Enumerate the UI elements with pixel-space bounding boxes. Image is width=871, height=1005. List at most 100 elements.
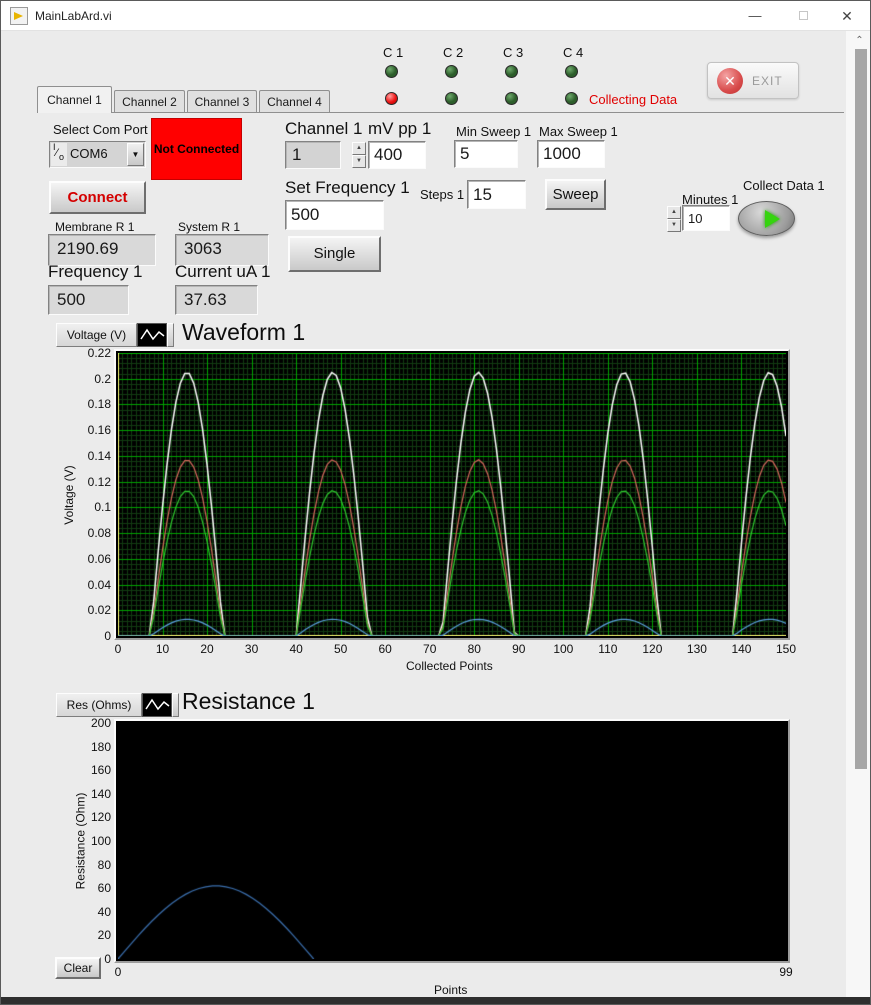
scroll-up-icon[interactable]: ⌃ [852, 33, 867, 48]
maximize-button[interactable] [782, 1, 824, 31]
led-c2-row1 [445, 65, 458, 78]
minutes-spinner[interactable]: ▲ ▼ [667, 206, 681, 232]
minutes-input[interactable] [682, 205, 730, 231]
axis-tick-label: 150 [771, 642, 801, 656]
led-label-c1: C 1 [383, 45, 403, 60]
axis-tick-label: 160 [63, 763, 111, 777]
resistance-graph-title: Resistance 1 [182, 688, 315, 715]
membrane-r-label: Membrane R 1 [55, 220, 134, 234]
waveform-legend-edge [167, 323, 174, 347]
play-icon [765, 210, 780, 228]
led-c4-row2 [565, 92, 578, 105]
led-c1-row2 [385, 92, 398, 105]
io-icon: I⁄o [51, 143, 67, 166]
chevron-down-icon[interactable]: ▼ [127, 143, 144, 166]
axis-tick-label: 140 [726, 642, 756, 656]
current-ua-value: 37.63 [175, 285, 258, 315]
close-button[interactable]: ✕ [826, 1, 868, 31]
axis-tick-label: 40 [63, 905, 111, 919]
axis-tick-label: 0 [63, 629, 111, 643]
sweep-button[interactable]: Sweep [545, 179, 606, 210]
led-c3-row1 [505, 65, 518, 78]
tab-channel-2[interactable]: Channel 2 [114, 90, 185, 113]
spin-up-icon[interactable]: ▲ [352, 142, 366, 155]
axis-tick-label: 100 [548, 642, 578, 656]
current-ua-label: Current uA 1 [175, 262, 270, 282]
axis-tick-label: 60 [63, 881, 111, 895]
min-sweep-input[interactable] [454, 140, 518, 168]
resistance-plot-area [118, 723, 786, 959]
axis-tick-label: 50 [326, 642, 356, 656]
axis-tick-label: 80 [459, 642, 489, 656]
frequency-value: 500 [48, 285, 129, 315]
collect-data-button[interactable] [738, 201, 795, 236]
window-title: MainLabArd.vi [35, 9, 112, 23]
maximize-icon [799, 11, 808, 20]
labview-vi-icon [10, 7, 28, 25]
axis-tick-label: 20 [63, 928, 111, 942]
connect-button[interactable]: Connect [49, 181, 146, 214]
tab-channel-1[interactable]: Channel 1 [37, 86, 112, 113]
connection-status-box: Not Connected [151, 118, 242, 180]
steps-input[interactable] [467, 180, 526, 209]
minimize-button[interactable]: — [734, 1, 776, 31]
exit-button[interactable]: ✕ EXIT [707, 62, 799, 99]
led-c3-row2 [505, 92, 518, 105]
axis-tick-label: 0.06 [63, 552, 111, 566]
com-port-combo[interactable]: I⁄o COM6 ▼ [49, 141, 146, 168]
spin-up-icon[interactable]: ▲ [667, 206, 681, 219]
spin-down-icon[interactable]: ▼ [352, 155, 366, 168]
axis-tick-label: 0.04 [63, 578, 111, 592]
axis-tick-label: 0.22 [63, 346, 111, 360]
com-port-value: COM6 [70, 146, 108, 161]
axis-tick-label: 0.08 [63, 526, 111, 540]
axis-tick-label: 0.02 [63, 603, 111, 617]
axis-tick-label: 0 [63, 952, 111, 966]
mvpp-input[interactable] [368, 141, 426, 169]
channel-label: Channel 1 [285, 119, 363, 139]
axis-tick-label: 110 [593, 642, 623, 656]
select-com-port-label: Select Com Port [53, 122, 148, 137]
collecting-data-label: Collecting Data [589, 92, 677, 107]
single-button[interactable]: Single [288, 236, 381, 272]
mvpp-label: mV pp 1 [368, 119, 431, 139]
waveform-plot-area [118, 353, 786, 636]
led-label-c4: C 4 [563, 45, 583, 60]
axis-tick-label: 200 [63, 716, 111, 730]
axis-tick-label: 0.2 [63, 372, 111, 386]
axis-tick-label: 130 [682, 642, 712, 656]
resistance-legend-label: Res (Ohms) [56, 693, 142, 717]
led-c2-row2 [445, 92, 458, 105]
axis-tick-label: 120 [637, 642, 667, 656]
resistance-xlabel: Points [434, 983, 467, 997]
waveform-graph-title: Waveform 1 [182, 319, 305, 346]
vertical-scrollbar[interactable]: ⌃ [846, 31, 871, 997]
set-frequency-input[interactable] [285, 200, 384, 230]
channel-value-field: 1 [285, 141, 341, 169]
axis-tick-label: 10 [148, 642, 178, 656]
max-sweep-label: Max Sweep 1 [539, 124, 618, 139]
bottom-window-edge [1, 997, 871, 1005]
max-sweep-input[interactable] [537, 140, 605, 168]
axis-tick-label: 180 [63, 740, 111, 754]
stop-x-icon: ✕ [717, 68, 743, 94]
axis-tick-label: 0.1 [63, 500, 111, 514]
tab-channel-3[interactable]: Channel 3 [187, 90, 257, 113]
app-window: MainLabArd.vi — ✕ C 1 C 2 C 3 C 4 Collec… [0, 0, 871, 1005]
steps-label: Steps 1 [420, 187, 464, 202]
axis-tick-label: 80 [63, 858, 111, 872]
axis-tick-label: 0 [103, 965, 133, 979]
resistance-legend-edge [172, 693, 179, 717]
axis-tick-label: 100 [63, 834, 111, 848]
axis-tick-label: 20 [192, 642, 222, 656]
axis-tick-label: 120 [63, 810, 111, 824]
tab-channel-4[interactable]: Channel 4 [259, 90, 330, 113]
connection-status-text: Not Connected [154, 142, 239, 156]
axis-tick-label: 90 [504, 642, 534, 656]
spin-down-icon[interactable]: ▼ [667, 219, 681, 232]
set-frequency-label: Set Frequency 1 [285, 178, 410, 198]
led-c4-row1 [565, 65, 578, 78]
mvpp-spinner[interactable]: ▲ ▼ [352, 142, 366, 168]
scrollbar-thumb[interactable] [855, 49, 867, 769]
tab-strip-divider [37, 112, 844, 113]
